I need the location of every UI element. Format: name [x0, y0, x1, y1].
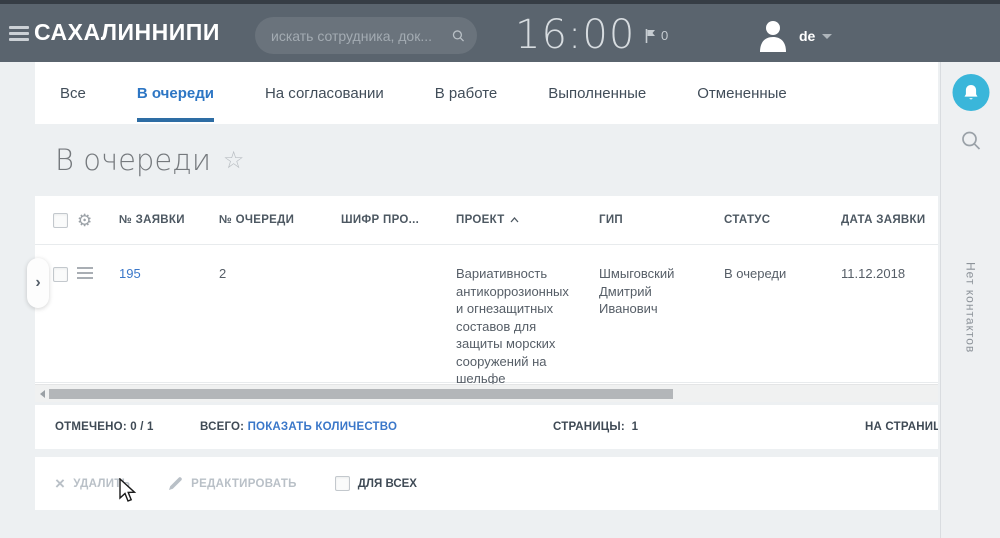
for-all-label: ДЛЯ ВСЕХ — [358, 478, 417, 490]
chevron-down-icon — [822, 34, 832, 39]
app-logo: САХАЛИННИПИ — [34, 19, 220, 46]
cell-request-no[interactable]: 195 — [119, 265, 219, 283]
requests-table: ⚙ № ЗАЯВКИ № ОЧЕРЕДИ ШИФР ПРО... ПРОЕКТ … — [35, 196, 938, 402]
user-menu[interactable]: de — [799, 28, 832, 44]
right-sidebar: Нет контактов — [940, 62, 1000, 538]
favorite-star-icon[interactable]: ☆ — [223, 146, 245, 174]
col-queue-no[interactable]: № ОЧЕРЕДИ — [219, 214, 341, 226]
search-icon[interactable] — [452, 27, 465, 45]
table-row[interactable]: 195 2 Вариативность антикоррозионных и о… — [35, 245, 938, 383]
no-contacts-label: Нет контактов — [964, 262, 978, 353]
row-checkbox[interactable] — [53, 267, 68, 282]
col-gip[interactable]: ГИП — [599, 214, 724, 226]
delete-x-icon: × — [55, 475, 65, 492]
for-all-option: ДЛЯ ВСЕХ — [335, 476, 417, 491]
cell-date: 11.12.2018 — [841, 265, 938, 283]
flag-count: 0 — [661, 28, 668, 43]
tab-on-approval[interactable]: На согласовании — [265, 62, 384, 124]
show-count-link[interactable]: ПОКАЗАТЬ КОЛИЧЕСТВО — [248, 421, 398, 433]
marked-value: 0 / 1 — [130, 421, 153, 433]
total-counter: ВСЕГО: ПОКАЗАТЬ КОЛИЧЕСТВО — [200, 421, 397, 433]
col-status[interactable]: СТАТУС — [724, 214, 841, 226]
notifications-bell-button[interactable] — [952, 74, 989, 111]
sidebar-search-icon[interactable] — [960, 130, 981, 151]
cell-project: Вариативность антикоррозионных и огнезащ… — [456, 265, 586, 388]
app-header: САХАЛИННИПИ 16:00 0 de — [0, 4, 1000, 62]
tab-in-progress[interactable]: В работе — [435, 62, 498, 124]
cell-queue-no: 2 — [219, 265, 341, 283]
user-avatar-icon[interactable] — [757, 18, 789, 52]
scroll-left-arrow-icon[interactable] — [40, 390, 45, 398]
actions-bar: × УДАЛИТЬ РЕДАКТИРОВАТЬ ДЛЯ ВСЕХ — [35, 457, 938, 510]
col-request-no[interactable]: № ЗАЯВКИ — [119, 214, 219, 226]
header-clock: 16:00 — [515, 12, 625, 58]
gear-icon[interactable]: ⚙ — [77, 212, 119, 229]
tab-in-queue[interactable]: В очереди — [137, 62, 214, 124]
global-search-input[interactable] — [271, 28, 452, 44]
select-all-checkbox[interactable] — [53, 213, 68, 228]
tab-all[interactable]: Все — [60, 62, 86, 124]
table-header-row: ⚙ № ЗАЯВКИ № ОЧЕРЕДИ ШИФР ПРО... ПРОЕКТ … — [35, 196, 938, 245]
tab-cancelled[interactable]: Отмененные — [697, 62, 787, 124]
edit-button[interactable]: РЕДАКТИРОВАТЬ — [168, 476, 297, 491]
tab-completed[interactable]: Выполненные — [548, 62, 646, 124]
col-date[interactable]: ДАТА ЗАЯВКИ — [841, 214, 938, 226]
page-title-text: В очереди — [55, 143, 211, 177]
cell-gip: Шмыговский Дмитрий Иванович — [599, 265, 699, 318]
user-name: de — [799, 28, 815, 44]
col-cipher[interactable]: ШИФР ПРО... — [341, 214, 456, 226]
horizontal-scrollbar-thumb[interactable] — [49, 389, 673, 399]
sort-asc-icon — [510, 217, 519, 223]
expander-chevron-icon: › — [35, 275, 40, 291]
per-page-label: НА СТРАНИЦ — [865, 421, 938, 433]
table-footer: ОТМЕЧЕНО: 0 / 1 ВСЕГО: ПОКАЗАТЬ КОЛИЧЕСТ… — [35, 405, 938, 449]
panel-expander[interactable]: › — [27, 258, 49, 308]
for-all-checkbox[interactable] — [335, 476, 350, 491]
hamburger-menu-icon[interactable] — [9, 26, 29, 42]
pages-value: 1 — [632, 421, 639, 433]
cell-status: В очереди — [724, 265, 841, 283]
col-project[interactable]: ПРОЕКТ — [456, 214, 599, 226]
page-title: В очереди ☆ — [55, 143, 244, 177]
row-menu-icon[interactable] — [77, 267, 93, 279]
delete-button[interactable]: × УДАЛИТЬ — [55, 475, 130, 492]
pencil-icon — [168, 476, 183, 491]
marked-counter: ОТМЕЧЕНО: 0 / 1 — [55, 421, 154, 433]
status-tabs: Все В очереди На согласовании В работе В… — [35, 62, 938, 124]
flag-icon — [645, 29, 656, 43]
pages-counter: СТРАНИЦЫ: 1 — [553, 421, 638, 433]
bell-icon — [962, 84, 979, 102]
notifications-flag[interactable]: 0 — [645, 28, 668, 43]
global-search[interactable] — [255, 17, 477, 54]
horizontal-scrollbar[interactable] — [35, 384, 938, 402]
